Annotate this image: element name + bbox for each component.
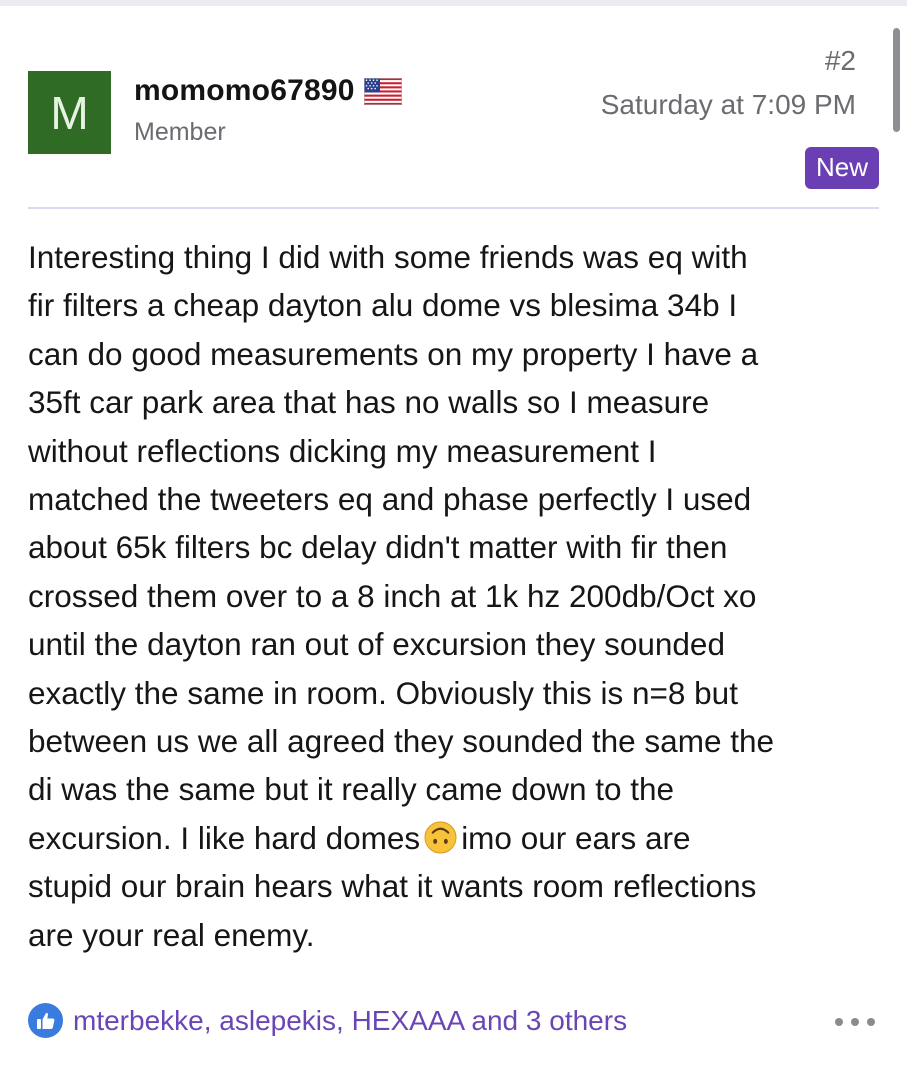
body-line: exactly the same in room. Obviously this… xyxy=(28,674,738,711)
user-role: Member xyxy=(134,118,226,146)
body-line: are your real enemy. xyxy=(28,916,315,953)
body-line-segment: excursion. I like hard domes xyxy=(28,819,421,856)
author-row: momomo67890 xyxy=(134,74,402,108)
reactions-list-link[interactable]: mterbekke, aslepekis, HEXAAA and 3 other… xyxy=(73,1005,627,1037)
reactions-bar[interactable]: mterbekke, aslepekis, HEXAAA and 3 other… xyxy=(28,1003,627,1038)
thumbs-up-icon xyxy=(28,1003,63,1038)
new-badge: New xyxy=(804,147,879,189)
body-line-segment: imo our ears are xyxy=(461,819,691,856)
post-timestamp[interactable]: Saturday at 7:09 PM xyxy=(601,89,856,121)
body-line: Interesting thing I did with some friend… xyxy=(28,239,748,275)
body-line: about 65k filters bc delay didn't matter… xyxy=(28,529,728,566)
body-line: 35ft car park area that has no walls so … xyxy=(28,384,710,421)
avatar[interactable]: M xyxy=(28,71,111,154)
us-flag-icon xyxy=(363,77,402,105)
body-line: can do good measurements on my property … xyxy=(28,335,759,372)
dot xyxy=(867,1018,875,1026)
username-link[interactable]: momomo67890 xyxy=(134,74,355,108)
forum-post: M momomo67890 Member #2 Saturday at 7:09… xyxy=(0,0,907,1080)
post-number-link[interactable]: #2 xyxy=(825,45,856,77)
dot xyxy=(851,1018,859,1026)
more-options-icon[interactable] xyxy=(835,1018,875,1026)
body-line: crossed them over to a 8 inch at 1k hz 2… xyxy=(28,577,757,614)
upside-down-face-icon xyxy=(424,821,457,854)
divider xyxy=(28,207,879,209)
body-line: between us we all agreed they sounded th… xyxy=(28,723,775,760)
body-line: stupid our brain hears what it wants roo… xyxy=(28,868,757,905)
body-line: without reflections dicking my measureme… xyxy=(28,432,657,469)
body-line: excursion. I like hard domes imo our ear… xyxy=(28,814,888,862)
body-line: fir filters a cheap dayton alu dome vs b… xyxy=(28,287,738,324)
body-line: until the dayton ran out of excursion th… xyxy=(28,626,725,663)
dot xyxy=(835,1018,843,1026)
body-line: di was the same but it really came down … xyxy=(28,771,675,808)
post-body: Interesting thing I did with some friend… xyxy=(28,233,888,959)
body-line: matched the tweeters eq and phase perfec… xyxy=(28,481,752,518)
